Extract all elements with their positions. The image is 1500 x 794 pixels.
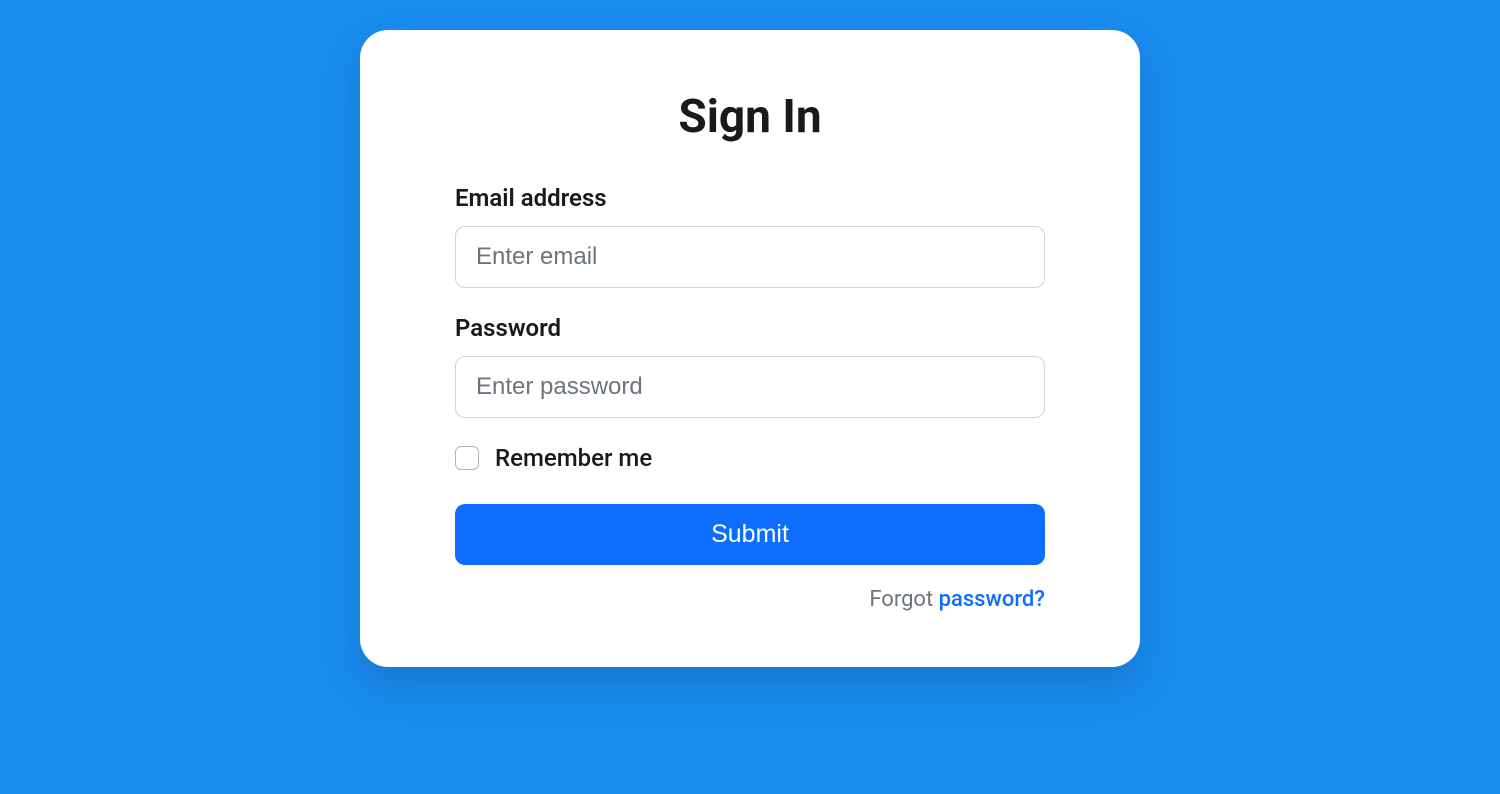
email-label: Email address	[455, 184, 1045, 212]
forgot-password-link[interactable]: password?	[939, 587, 1045, 612]
email-field[interactable]	[455, 226, 1045, 288]
remember-me-label[interactable]: Remember me	[495, 444, 652, 472]
submit-button[interactable]: Submit	[455, 504, 1045, 565]
remember-me-group: Remember me	[455, 444, 1045, 472]
email-group: Email address	[455, 184, 1045, 288]
sign-in-card: Sign In Email address Password Remember …	[360, 30, 1140, 667]
password-field[interactable]	[455, 356, 1045, 418]
forgot-password-row: Forgot password?	[455, 587, 1045, 612]
remember-me-checkbox[interactable]	[455, 446, 479, 470]
password-label: Password	[455, 314, 1045, 342]
password-group: Password	[455, 314, 1045, 418]
forgot-text: Forgot	[869, 587, 938, 612]
page-title: Sign In	[455, 90, 1045, 144]
